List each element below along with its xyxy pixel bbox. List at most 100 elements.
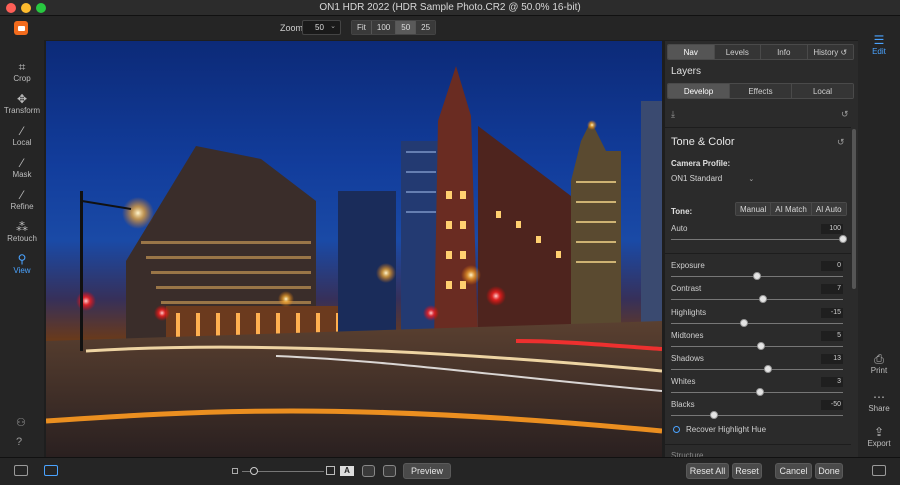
slider-value[interactable]: -50 (821, 400, 843, 410)
slider-track[interactable] (671, 239, 843, 240)
module-edit[interactable]: ☰ Edit (858, 33, 900, 56)
radio-button[interactable] (673, 426, 680, 433)
zoom-50-button[interactable]: 50 (396, 21, 417, 34)
develop-subtabs: Develop Effects Local (667, 83, 854, 99)
done-button[interactable]: Done (815, 463, 843, 479)
mask-overlay-icon[interactable] (362, 465, 375, 477)
slider-thumb[interactable] (839, 235, 847, 243)
zoom-fit-button[interactable]: Fit (352, 21, 372, 34)
slider-midtones[interactable]: Midtones 5 (671, 331, 843, 353)
tool-refine[interactable]: ⁄ Refine (0, 188, 44, 211)
thumbnail-size-slider[interactable] (242, 467, 324, 475)
slider-thumb[interactable] (757, 342, 766, 350)
module-label: Edit (872, 47, 886, 56)
slider-track[interactable] (671, 323, 843, 324)
tab-nav[interactable]: Nav (668, 45, 715, 59)
slider-highlights[interactable]: Highlights -15 (671, 308, 843, 330)
zoom-25-button[interactable]: 25 (416, 21, 436, 34)
tool-mask[interactable]: ⁄ Mask (0, 156, 44, 179)
tab-info[interactable]: Info (761, 45, 808, 59)
tone-manual-button[interactable]: Manual (736, 203, 772, 215)
chevron-down-icon: ⌄ (748, 176, 755, 183)
slider-value[interactable]: 100 (821, 224, 843, 234)
camera-profile-select[interactable]: ON1 Standard ⌄ (671, 174, 754, 183)
slider-thumb[interactable] (710, 411, 718, 419)
slider-exposure[interactable]: Exposure 0 (671, 261, 843, 283)
import-settings-icon[interactable]: ⤓ (671, 109, 675, 120)
zoom-select[interactable]: 50 ⌄ (302, 20, 341, 35)
right-module-rail: ☰ Edit ⎙ Print ⋯ Share ⇪ Export (858, 33, 900, 457)
auto-badge[interactable]: A (340, 466, 354, 476)
reset-button[interactable]: Reset (732, 463, 762, 479)
slider-value[interactable]: 7 (821, 284, 843, 294)
module-share[interactable]: ⋯ Share (858, 390, 900, 413)
tone-ai-match-button[interactable]: AI Match (771, 203, 812, 215)
tab-local[interactable]: Local (792, 84, 853, 98)
tool-retouch[interactable]: ⁂ Retouch (0, 220, 44, 243)
tab-effects[interactable]: Effects (730, 84, 792, 98)
slider-track[interactable] (671, 299, 843, 300)
tone-ai-auto-button[interactable]: AI Auto (811, 203, 846, 215)
toggle-filmstrip-icon[interactable] (44, 465, 58, 476)
reset-develop-icon[interactable]: ↺ (841, 109, 849, 120)
slider-thumb[interactable] (753, 272, 761, 280)
slider-blacks[interactable]: Blacks -50 (671, 400, 843, 422)
edit-sliders-icon: ☰ (873, 33, 885, 47)
tool-transform[interactable]: ✥ Transform (0, 92, 44, 115)
zoom-100-button[interactable]: 100 (371, 21, 397, 34)
slider-track[interactable] (671, 415, 843, 416)
tone-color-title: Tone & Color (671, 136, 735, 148)
slider-contrast[interactable]: Contrast 7 (671, 284, 843, 306)
preview-button[interactable]: Preview (403, 463, 451, 479)
slider-auto[interactable]: Auto 100 (671, 224, 847, 246)
slider-thumb[interactable] (740, 319, 749, 327)
toggle-left-panel-icon[interactable] (14, 465, 28, 476)
slider-value[interactable]: 3 (821, 377, 843, 387)
tool-label: Local (12, 138, 32, 147)
tool-label: Transform (3, 106, 41, 115)
toggle-right-panel-icon[interactable] (872, 465, 886, 476)
recover-highlight-hue-option[interactable]: Recover Highlight Hue (673, 425, 766, 434)
slider-name: Midtones (671, 331, 704, 340)
slider-name: Shadows (671, 354, 704, 363)
zoom-label: Zoom (280, 23, 304, 33)
slider-name: Blacks (671, 400, 695, 409)
slider-thumb[interactable] (764, 365, 773, 373)
tool-view[interactable]: ⚲ View (0, 252, 44, 275)
slider-value[interactable]: 13 (821, 354, 843, 364)
layers-title: Layers (671, 66, 702, 77)
slider-thumb[interactable] (755, 388, 764, 396)
slider-whites[interactable]: Whites 3 (671, 377, 843, 399)
export-icon: ⇪ (873, 425, 885, 439)
slider-shadows[interactable]: Shadows 13 (671, 354, 843, 376)
cancel-button[interactable]: Cancel (775, 463, 812, 479)
slider-thumb[interactable] (250, 467, 258, 475)
small-thumbnail-icon (232, 468, 238, 474)
panel-scrollbar[interactable] (852, 129, 856, 289)
refine-brush-icon: ⁄ (20, 188, 23, 202)
slider-value[interactable]: 0 (821, 261, 843, 271)
title-bar: ON1 HDR 2022 (HDR Sample Photo.CR2 @ 50.… (0, 0, 900, 16)
view-zoom-icon: ⚲ (17, 252, 27, 266)
clipping-overlay-icon[interactable] (383, 465, 396, 477)
slider-value[interactable]: 5 (821, 331, 843, 341)
tab-history[interactable]: History ↺ (807, 45, 853, 59)
help-icon[interactable]: ? (16, 436, 22, 448)
reset-tone-icon[interactable]: ↺ (837, 137, 845, 148)
tab-levels[interactable]: Levels (714, 45, 761, 59)
module-export[interactable]: ⇪ Export (858, 425, 900, 448)
tool-crop[interactable]: ⌗ Crop (0, 60, 44, 83)
slider-thumb[interactable] (759, 295, 768, 303)
bottom-bar: A Preview Reset All Reset Cancel Done (0, 457, 900, 485)
module-print[interactable]: ⎙ Print (858, 352, 900, 375)
reset-all-button[interactable]: Reset All (686, 463, 729, 479)
user-settings-icon[interactable]: ⚇ (16, 416, 26, 429)
tool-label: Retouch (7, 234, 37, 243)
tool-local[interactable]: ⁄ Local (0, 124, 44, 147)
app-logo-icon[interactable] (14, 21, 28, 35)
slider-value[interactable]: -15 (821, 308, 843, 318)
photo-canvas[interactable] (46, 41, 662, 457)
section-divider (665, 127, 851, 128)
slider-track[interactable] (671, 369, 843, 370)
tab-develop[interactable]: Develop (668, 84, 730, 98)
